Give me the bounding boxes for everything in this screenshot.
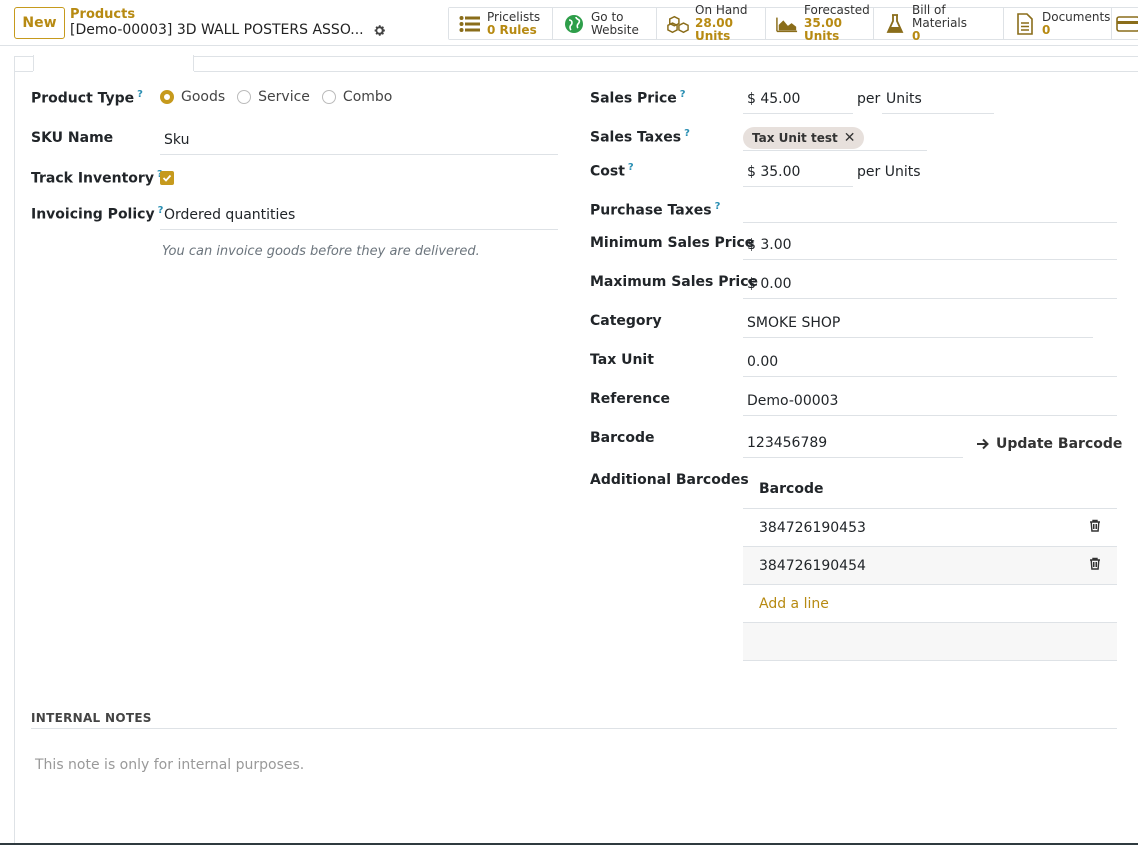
category-select[interactable]: SMOKE SHOP (743, 313, 1093, 338)
trash-icon[interactable] (1089, 557, 1101, 574)
min-sales-price-label: Minimum Sales Price (590, 235, 755, 251)
forecasted-value: 35.00 Units (804, 16, 842, 43)
trash-icon[interactable] (1089, 519, 1101, 536)
breadcrumb-products[interactable]: Products (70, 7, 135, 22)
pricelists-value: 0 Rules (487, 22, 537, 37)
empty-row (743, 623, 1117, 661)
tab-divider (15, 71, 33, 72)
documents-value: 0 (1042, 22, 1051, 37)
record-title-row: [Demo-00003] 3D WALL POSTERS ASSO... (70, 22, 386, 38)
radio-goods[interactable]: Goods (160, 89, 225, 105)
radio-unchecked-icon[interactable] (321, 90, 336, 104)
help-icon[interactable]: ? (715, 201, 721, 212)
help-icon[interactable]: ? (628, 162, 634, 173)
tax-unit-input[interactable]: 0.00 (743, 352, 1117, 377)
gear-icon[interactable] (373, 24, 386, 37)
check-icon (162, 174, 172, 182)
track-inventory-label: Track Inventory? (31, 169, 163, 187)
internal-notes-editor[interactable]: This note is only for internal purposes. (35, 757, 304, 773)
credit-card-icon (1116, 13, 1138, 35)
file-icon (1014, 12, 1036, 35)
max-sales-price-input[interactable]: $ 0.00 (743, 274, 1117, 299)
sku-name-label: SKU Name (31, 130, 114, 146)
website-label: Go to (591, 9, 624, 24)
list-icon (459, 13, 481, 35)
forecasted-button[interactable]: Forecasted 35.00 Units (766, 4, 874, 43)
pricelists-label: Pricelists (487, 9, 541, 24)
min-sales-price-input[interactable]: $ 3.00 (743, 235, 1117, 260)
cubes-icon (667, 13, 689, 35)
on-hand-button[interactable]: On Hand 28.00 Units (657, 4, 766, 43)
form-sheet (14, 55, 1138, 845)
radio-combo[interactable]: Combo (321, 89, 392, 105)
purchase-taxes-label: Purchase Taxes? (590, 201, 721, 219)
additional-barcodes-table: Barcode 384726190453 384726190454 Add a … (743, 470, 1117, 661)
sku-name-input[interactable]: Sku (160, 130, 558, 155)
add-line-link[interactable]: Add a line (743, 585, 1117, 623)
category-label: Category (590, 313, 662, 329)
more-button[interactable] (1112, 8, 1138, 39)
tax-unit-label: Tax Unit (590, 352, 654, 368)
close-icon[interactable]: ✕ (844, 130, 856, 146)
purchase-taxes-input[interactable] (743, 198, 1117, 223)
flask-icon (884, 13, 906, 35)
product-type-label: Product Type? (31, 89, 143, 107)
help-icon[interactable]: ? (137, 89, 143, 100)
record-title: [Demo-00003] 3D WALL POSTERS ASSO... (70, 22, 364, 38)
radio-checked-icon[interactable] (160, 90, 174, 104)
barcode-cell: 384726190453 (759, 519, 866, 536)
on-hand-value: 28.00 Units (695, 16, 733, 43)
internal-notes-divider (31, 728, 1117, 729)
area-chart-icon (776, 13, 798, 35)
sales-taxes-label: Sales Taxes? (590, 128, 690, 146)
barcode-label: Barcode (590, 430, 655, 446)
reference-label: Reference (590, 391, 671, 407)
cost-per-label: per Units (857, 164, 921, 180)
table-row[interactable]: 384726190454 (743, 547, 1117, 585)
bom-button[interactable]: Bill of Materials 0 (874, 4, 1004, 43)
additional-barcodes-label: Additional Barcodes (590, 472, 749, 488)
bom-label: Bill of Materials (912, 3, 968, 30)
new-button[interactable]: New (14, 7, 65, 39)
documents-button[interactable]: Documents 0 (1004, 8, 1112, 39)
invoicing-policy-select[interactable]: Ordered quantities (160, 205, 558, 230)
documents-label: Documents (1042, 9, 1111, 24)
barcode-cell: 384726190454 (759, 557, 866, 574)
invoicing-policy-label: Invoicing Policy? (31, 205, 164, 223)
tax-tag: Tax Unit test ✕ (743, 127, 865, 149)
table-row[interactable]: 384726190453 (743, 509, 1117, 547)
reference-input[interactable]: Demo-00003 (743, 391, 1117, 416)
sales-uom-select[interactable]: Units (882, 89, 994, 114)
barcode-input[interactable]: 123456789 (743, 433, 963, 458)
tab-general-information[interactable] (33, 55, 194, 71)
website-value: Website (591, 22, 639, 37)
help-icon[interactable]: ? (680, 89, 686, 100)
max-sales-price-label: Maximum Sales Price (590, 274, 759, 290)
radio-service[interactable]: Service (237, 89, 310, 105)
update-barcode-button[interactable]: Update Barcode (976, 436, 1122, 452)
control-panel: New Products [Demo-00003] 3D WALL POSTER… (0, 0, 1138, 46)
bom-value: 0 (912, 29, 921, 43)
sales-price-input[interactable]: $ 45.00 (743, 89, 853, 114)
help-icon[interactable]: ? (684, 128, 690, 139)
cost-input[interactable]: $ 35.00 (743, 162, 853, 187)
pricelists-button[interactable]: Pricelists 0 Rules (449, 8, 553, 39)
invoicing-policy-hint: You can invoice goods before they are de… (162, 244, 480, 259)
sales-price-label: Sales Price? (590, 89, 686, 107)
track-inventory-checkbox[interactable] (160, 171, 174, 185)
barcode-column-header: Barcode (743, 470, 1117, 509)
internal-notes-title: INTERNAL NOTES (31, 711, 152, 725)
per-label: per (857, 91, 881, 107)
arrow-right-icon (977, 438, 989, 450)
website-button[interactable]: Go to Website (553, 8, 657, 39)
tab-divider (194, 71, 1138, 72)
smart-buttons: Pricelists 0 Rules Go to Website On Hand 28… (448, 4, 1138, 43)
cost-label: Cost? (590, 162, 634, 180)
globe-icon (563, 13, 585, 35)
radio-unchecked-icon[interactable] (237, 90, 252, 104)
product-type-radio-group: Goods Service Combo (160, 89, 392, 105)
